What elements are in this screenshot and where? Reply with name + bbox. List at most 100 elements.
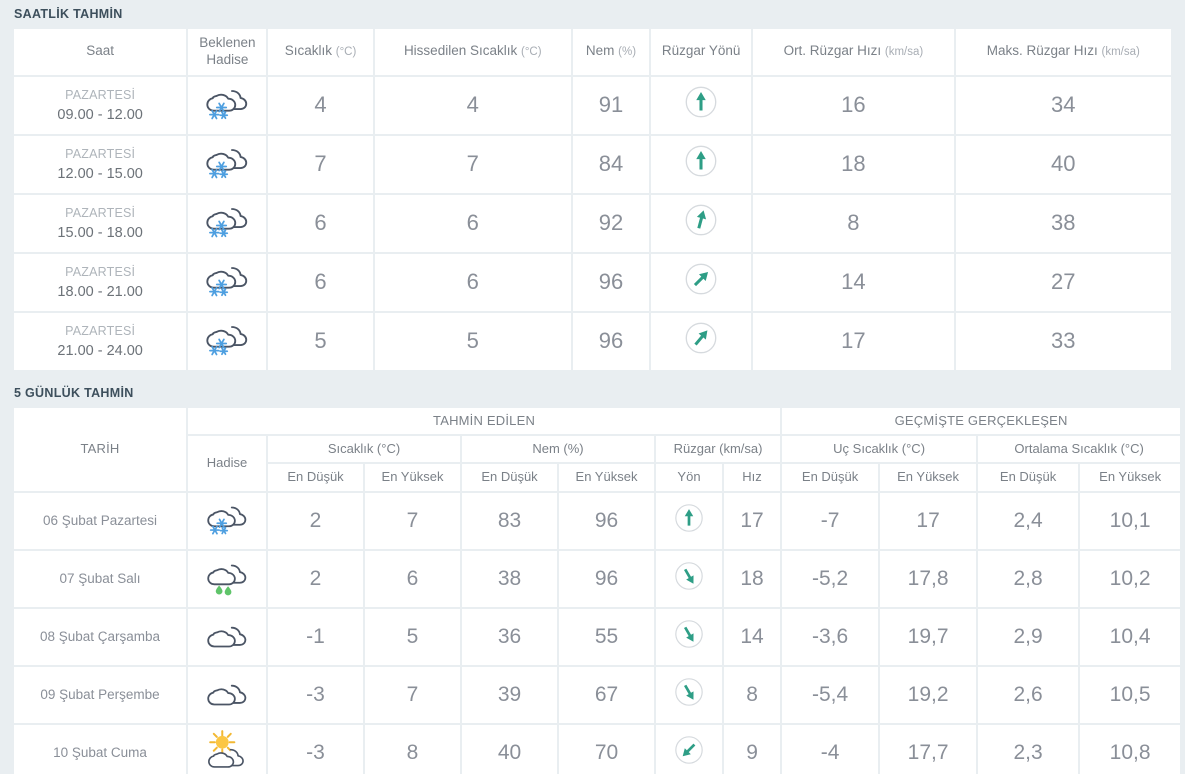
hourly-wind-max-cell: 38 [955, 194, 1171, 252]
hourly-time-cell: PAZARTESİ 09.00 - 12.00 [14, 76, 187, 134]
hourly-wind-max-cell: 27 [955, 253, 1171, 311]
header-temp-min: En Düşük [268, 464, 363, 491]
fiveday-temp-max-cell: 7 [365, 492, 460, 549]
fiveday-ext-min-cell: -4 [782, 724, 879, 774]
snow-cloud-icon [200, 198, 254, 242]
hourly-wind-avg-cell: 18 [753, 135, 954, 193]
hourly-feels-cell: 5 [374, 312, 571, 370]
fiveday-hum-max-cell: 67 [559, 666, 654, 723]
fiveday-wind-speed-cell: 14 [724, 608, 781, 665]
hourly-humidity-cell: 96 [572, 253, 650, 311]
fiveday-date-cell: 06 Şubat Pazartesi [14, 492, 186, 549]
header-ruzgar-yonu: Rüzgar Yönü [651, 29, 752, 75]
fiveday-ext-max-cell: 19,2 [880, 666, 977, 723]
header-gecmiste-gerceklesen: GEÇMİŞTE GERÇEKLEŞEN [782, 407, 1181, 434]
hourly-humidity-cell: 84 [572, 135, 650, 193]
fiveday-hum-max-cell: 96 [559, 492, 654, 549]
hourly-temp-cell: 6 [268, 194, 373, 252]
fiveday-temp-max-cell: 7 [365, 666, 460, 723]
fiveday-temp-max-cell: 5 [365, 608, 460, 665]
fiveday-temp-min-cell: 2 [268, 492, 363, 549]
fiveday-wind-direction-cell [656, 550, 722, 607]
table-row: 07 Şubat Salı 2 6 38 96 18 -5,2 17,8 2,8 10,2 [14, 550, 1181, 607]
hourly-feels-cell: 7 [374, 135, 571, 193]
header-tarih: TARİH [14, 407, 186, 491]
header-hadise: Hadise [188, 436, 266, 491]
hourly-humidity-cell: 91 [572, 76, 650, 134]
header-uc-sicaklik-group: Uç Sıcaklık (°C) [782, 436, 977, 463]
hourly-time-cell: PAZARTESİ 18.00 - 21.00 [14, 253, 187, 311]
hourly-humidity-cell: 92 [572, 194, 650, 252]
partly-sunny-icon [202, 729, 252, 771]
fiveday-condition-cell [188, 666, 266, 723]
table-row: PAZARTESİ 12.00 - 15.00 7 7 84 18 40 [14, 135, 1171, 193]
hourly-day-label: PAZARTESİ [65, 87, 136, 102]
fiveday-ext-min-cell: -5,4 [782, 666, 879, 723]
header-nem: Nem (%) [572, 29, 650, 75]
header-ortalama-sicaklik-group: Ortalama Sıcaklık (°C) [978, 436, 1181, 463]
hourly-humidity-cell: 96 [572, 312, 650, 370]
snow-cloud-icon [202, 497, 252, 539]
fiveday-subgroup-header-row: Hadise Sıcaklık (°C) Nem (%) Rüzgar (km/… [14, 436, 1181, 491]
fiveday-hum-min-cell: 36 [462, 608, 557, 665]
fiveday-wind-direction-cell [656, 608, 722, 665]
header-sicaklik: Sıcaklık (°C) [268, 29, 373, 75]
fiveday-hum-min-cell: 38 [462, 550, 557, 607]
fiveday-temp-max-cell: 8 [365, 724, 460, 774]
header-saat: Saat [14, 29, 187, 75]
fiveday-ext-max-cell: 17,8 [880, 550, 977, 607]
hourly-feels-cell: 6 [374, 253, 571, 311]
header-wind-dir: Yön [656, 464, 722, 491]
fiveday-hum-max-cell: 70 [559, 724, 654, 774]
fiveday-condition-cell [188, 550, 266, 607]
snow-cloud-icon [200, 257, 254, 301]
hourly-wind-direction-cell [651, 135, 752, 193]
fiveday-wind-speed-cell: 18 [724, 550, 781, 607]
fiveday-temp-max-cell: 6 [365, 550, 460, 607]
hourly-time-cell: PAZARTESİ 15.00 - 18.00 [14, 194, 187, 252]
header-sicaklik-group: Sıcaklık (°C) [268, 436, 460, 463]
wind-direction-dial [672, 501, 706, 535]
hourly-temp-cell: 5 [268, 312, 373, 370]
hourly-wind-direction-cell [651, 253, 752, 311]
header-hum-max: En Yüksek [559, 464, 654, 491]
fiveday-wind-speed-cell: 17 [724, 492, 781, 549]
fiveday-forecast-table: TARİH TAHMİN EDİLEN GEÇMİŞTE GERÇEKLEŞEN… [12, 405, 1183, 774]
fiveday-date-cell: 09 Şubat Perşembe [14, 666, 186, 723]
fiveday-condition-cell [188, 492, 266, 549]
table-row: PAZARTESİ 18.00 - 21.00 6 6 96 14 27 [14, 253, 1171, 311]
fiveday-date-cell: 08 Şubat Çarşamba [14, 608, 186, 665]
wind-direction-dial [682, 142, 720, 180]
hourly-wind-max-cell: 40 [955, 135, 1171, 193]
fiveday-wind-direction-cell [656, 492, 722, 549]
fiveday-avg-max-cell: 10,2 [1080, 550, 1181, 607]
fiveday-hum-max-cell: 96 [559, 550, 654, 607]
header-avg-min: En Düşük [978, 464, 1079, 491]
snow-cloud-icon [200, 80, 254, 124]
hourly-condition-cell [188, 312, 267, 370]
hourly-wind-direction-cell [651, 76, 752, 134]
header-ruzgar-group: Rüzgar (km/sa) [656, 436, 781, 463]
table-row: 08 Şubat Çarşamba -1 5 36 55 14 -3,6 19,7 2,9 10,… [14, 608, 1181, 665]
fiveday-avg-max-cell: 10,1 [1080, 492, 1181, 549]
rain-cloud-icon [202, 555, 252, 597]
fiveday-ext-min-cell: -7 [782, 492, 879, 549]
fiveday-date-cell: 07 Şubat Salı [14, 550, 186, 607]
fiveday-avg-min-cell: 2,8 [978, 550, 1079, 607]
header-nem-group: Nem (%) [462, 436, 654, 463]
fiveday-avg-max-cell: 10,4 [1080, 608, 1181, 665]
table-row: PAZARTESİ 21.00 - 24.00 5 5 96 17 33 [14, 312, 1171, 370]
fiveday-ext-max-cell: 19,7 [880, 608, 977, 665]
hourly-condition-cell [188, 253, 267, 311]
hourly-range-label: 12.00 - 15.00 [57, 165, 143, 182]
fiveday-forecast-title: 5 GÜNLÜK TAHMİN [14, 385, 134, 400]
hourly-temp-cell: 7 [268, 135, 373, 193]
fiveday-temp-min-cell: -3 [268, 724, 363, 774]
fiveday-avg-min-cell: 2,6 [978, 666, 1079, 723]
hourly-wind-max-cell: 34 [955, 76, 1171, 134]
header-ext-min: En Düşük [782, 464, 879, 491]
header-hum-min: En Düşük [462, 464, 557, 491]
snow-cloud-icon [200, 316, 254, 360]
header-temp-max: En Yüksek [365, 464, 460, 491]
hourly-wind-avg-cell: 17 [753, 312, 954, 370]
